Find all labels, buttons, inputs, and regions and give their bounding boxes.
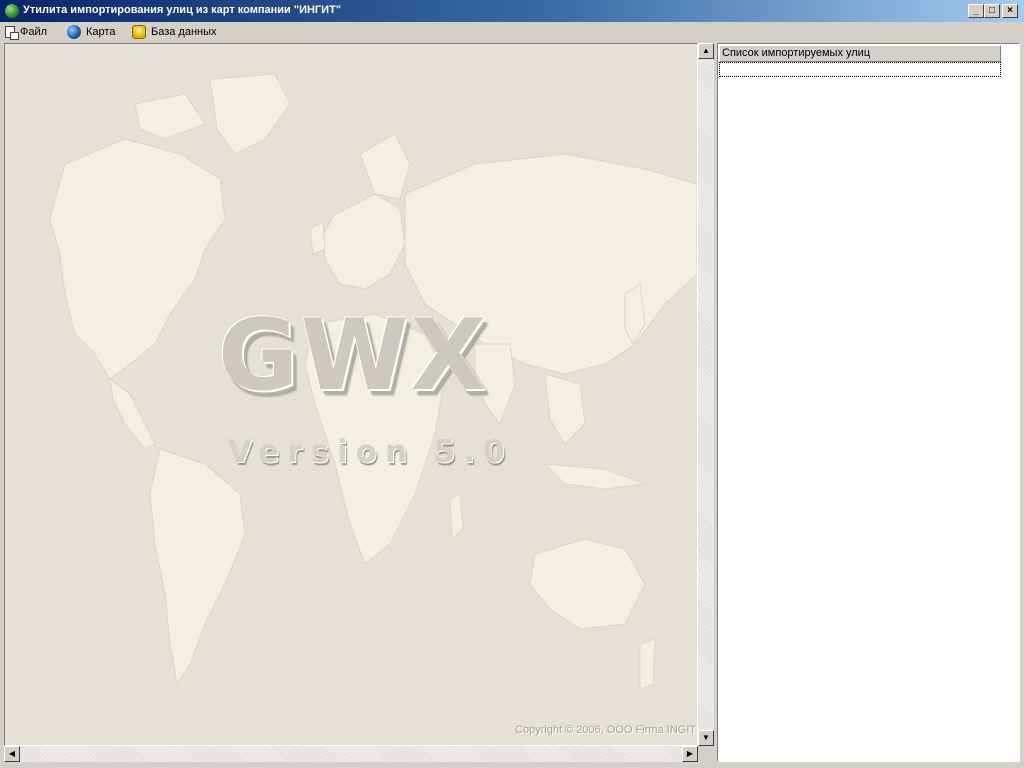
scroll-corner: [698, 746, 714, 762]
menu-map-label: Карта: [86, 25, 116, 38]
menu-bar: Файл Карта База данных: [0, 22, 1024, 41]
scroll-left-icon[interactable]: ◀: [4, 746, 20, 762]
copyright-text: Copyright © 2006, OOO Firma INGIT: [515, 724, 697, 736]
scroll-right-icon[interactable]: ▶: [682, 746, 698, 762]
maximize-button[interactable]: □: [984, 4, 1000, 18]
street-list-panel[interactable]: Список импортируемых улиц: [717, 43, 1020, 762]
menu-file[interactable]: Файл: [5, 23, 47, 40]
menu-map[interactable]: Карта: [67, 23, 115, 40]
app-globe-icon: [5, 4, 19, 18]
globe-icon: [67, 24, 81, 39]
street-list-header[interactable]: Список импортируемых улиц: [719, 45, 1001, 62]
vertical-scrollbar[interactable]: ▲ ▼: [698, 43, 714, 746]
scroll-down-icon[interactable]: ▼: [698, 730, 714, 746]
database-icon: [132, 24, 146, 39]
list-item[interactable]: [719, 62, 1001, 77]
window-title: Утилита импортирования улиц из карт комп…: [23, 4, 342, 16]
menu-file-label: Файл: [20, 25, 48, 38]
title-bar[interactable]: Утилита импортирования улиц из карт комп…: [0, 0, 1024, 22]
map-view[interactable]: GWX Version 5.0 Copyright © 2006, OOO Fi…: [4, 43, 698, 746]
horizontal-scrollbar[interactable]: ◀ ▶: [4, 746, 698, 762]
menu-database-label: База данных: [151, 25, 217, 38]
window-bottom-border: [0, 762, 1024, 768]
menu-database[interactable]: База данных: [132, 23, 217, 40]
file-icon: [5, 25, 19, 40]
version-label: Version 5.0: [228, 434, 513, 470]
minimize-button[interactable]: _: [968, 4, 984, 18]
gwx-logo: GWX: [218, 299, 489, 413]
close-button[interactable]: ×: [1002, 4, 1018, 18]
scroll-up-icon[interactable]: ▲: [698, 43, 714, 59]
